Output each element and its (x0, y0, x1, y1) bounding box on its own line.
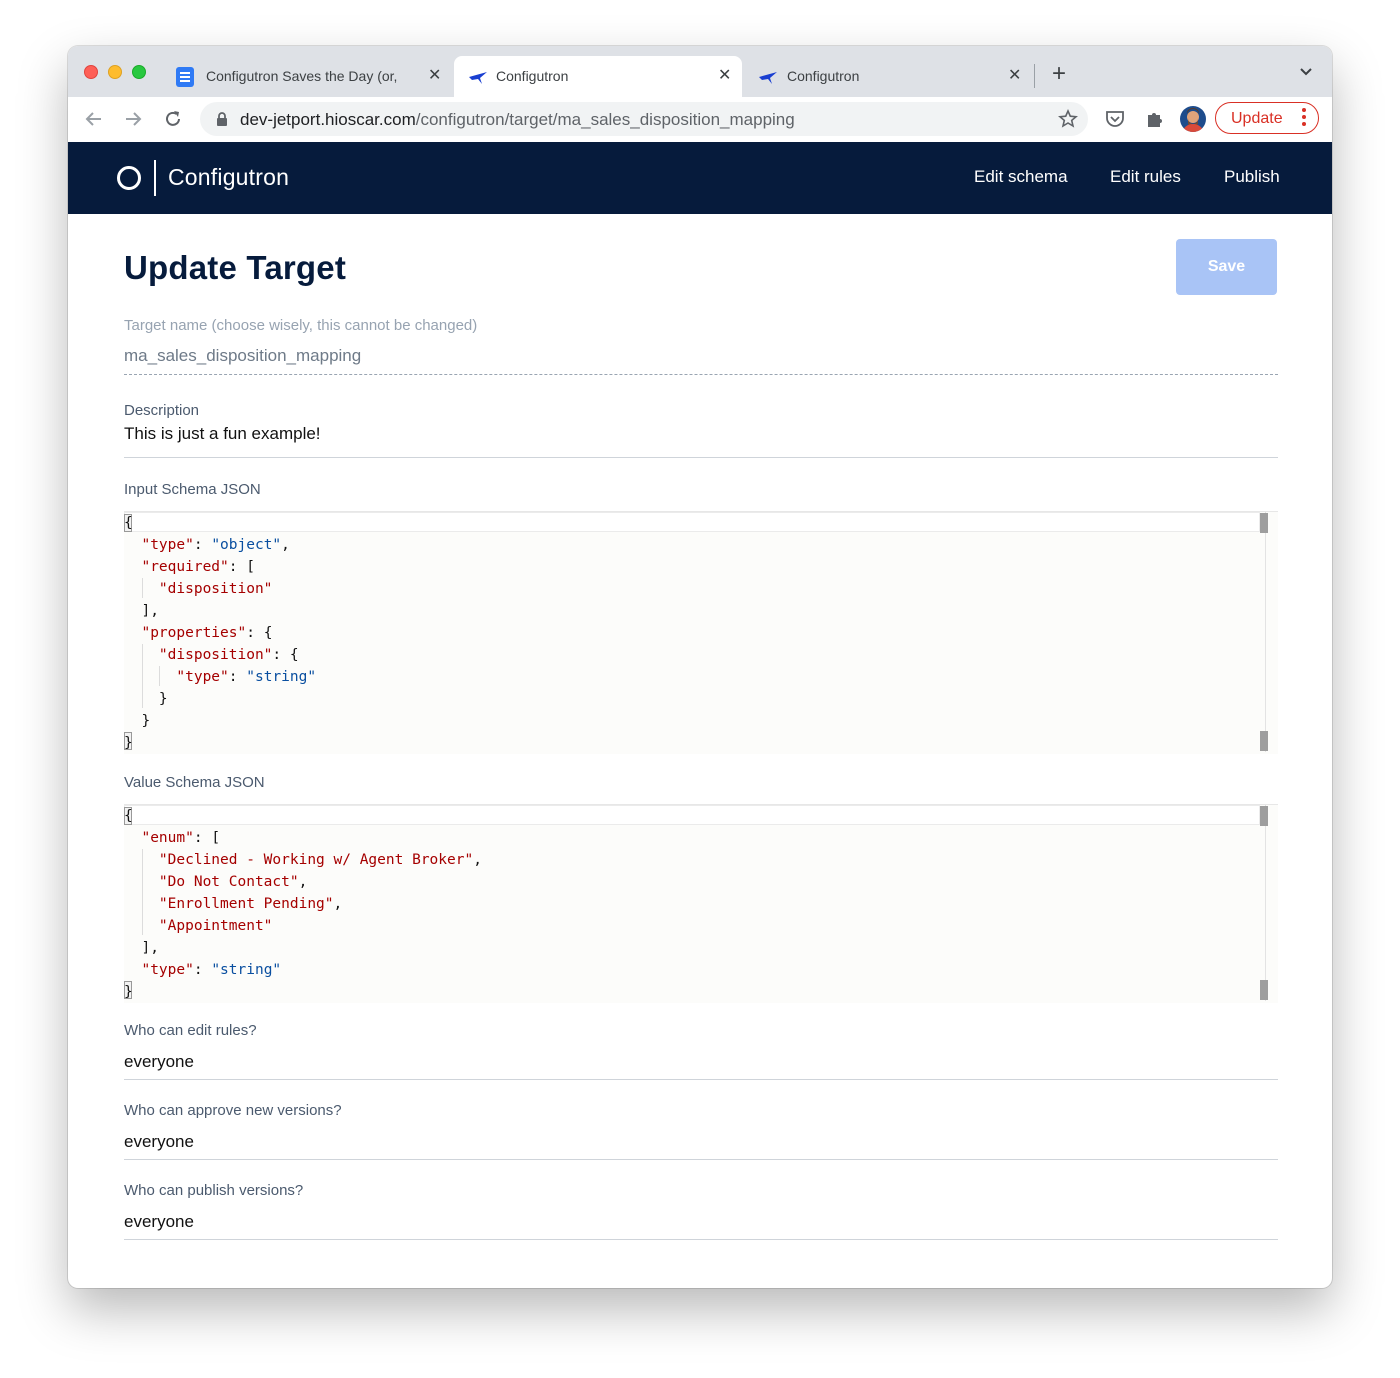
nav-edit-rules[interactable]: Edit rules (1110, 167, 1181, 187)
code-line[interactable]: { (124, 805, 133, 827)
active-line-highlight (124, 805, 1260, 825)
close-window-button[interactable] (84, 65, 98, 79)
browser-tab-1[interactable]: Configutron Saves the Day (or, ✕ (168, 56, 450, 97)
publish-versions-field[interactable]: everyone (124, 1212, 194, 1232)
close-icon[interactable]: ✕ (1008, 65, 1021, 85)
tab-divider (1034, 64, 1035, 88)
plane-icon (759, 72, 777, 84)
code-line[interactable]: ], (124, 600, 158, 622)
code-line[interactable]: } (124, 710, 150, 732)
description-field[interactable]: This is just a fun example! (124, 424, 321, 444)
browser-tab-3[interactable]: Configutron ✕ (746, 56, 1028, 97)
code-line[interactable]: "required": [ (124, 556, 255, 578)
code-line[interactable]: "Declined - Working w/ Agent Broker", (124, 849, 482, 871)
close-icon[interactable]: ✕ (718, 65, 731, 85)
more-vertical-icon (1302, 108, 1306, 128)
app-header: Configutron Edit schema Edit rules Publi… (68, 142, 1332, 214)
code-line[interactable]: "disposition": { (124, 644, 299, 666)
editor-scrollbar-thumb[interactable] (1260, 731, 1268, 751)
description-underline (124, 457, 1278, 458)
editor-scrollbar-thumb[interactable] (1260, 806, 1268, 826)
address-bar[interactable]: dev-jetport.hioscar.com/configutron/targ… (200, 102, 1088, 136)
reload-icon[interactable] (161, 107, 185, 131)
browser-window: Configutron Saves the Day (or, ✕ Configu… (68, 46, 1332, 1288)
url-host: dev-jetport.hioscar.com (240, 110, 416, 129)
publish-versions-label: Who can publish versions? (124, 1182, 304, 1199)
update-label: Update (1231, 110, 1283, 127)
value-schema-editor[interactable]: { "enum": [ "Declined - Working w/ Agent… (124, 804, 1278, 1003)
nav-edit-schema[interactable]: Edit schema (974, 167, 1068, 187)
google-docs-icon (176, 67, 194, 87)
approve-versions-underline (124, 1159, 1278, 1160)
tab-title: Configutron Saves the Day (or, (206, 68, 398, 84)
app-name[interactable]: Configutron (168, 164, 289, 191)
editor-scrollbar-thumb[interactable] (1260, 980, 1268, 1000)
publish-versions-underline (124, 1239, 1278, 1240)
approve-versions-label: Who can approve new versions? (124, 1102, 342, 1119)
url-path: /configutron/target/ma_sales_disposition… (415, 110, 795, 129)
plane-icon (469, 72, 487, 84)
editor-scrollbar-track (1265, 805, 1266, 1001)
maximize-window-button[interactable] (132, 65, 146, 79)
code-line[interactable]: "type": "object", (124, 534, 289, 556)
input-schema-editor[interactable]: { "type": "object", "required": [ "dispo… (124, 511, 1278, 754)
code-line[interactable]: "type": "string" (124, 959, 281, 981)
logo-divider (154, 160, 156, 196)
description-label: Description (124, 402, 200, 419)
save-button[interactable]: Save (1176, 239, 1277, 295)
code-line[interactable]: "Do Not Contact", (124, 871, 307, 893)
tab-title: Configutron (496, 68, 569, 84)
page-title: Update Target (124, 249, 347, 286)
forward-arrow-icon[interactable] (121, 107, 145, 131)
browser-tab-2[interactable]: Configutron ✕ (454, 56, 742, 97)
edit-rules-label: Who can edit rules? (124, 1022, 257, 1039)
value-schema-label: Value Schema JSON (124, 774, 265, 791)
code-line[interactable]: "Enrollment Pending", (124, 893, 342, 915)
editor-scrollbar-thumb[interactable] (1260, 513, 1268, 533)
chevron-down-icon[interactable] (1296, 64, 1316, 80)
url-text[interactable]: dev-jetport.hioscar.com/configutron/targ… (240, 110, 795, 130)
extensions-puzzle-icon[interactable] (1144, 108, 1166, 130)
nav-publish[interactable]: Publish (1224, 167, 1280, 187)
editor-scrollbar-track (1265, 512, 1266, 752)
tab-title: Configutron (787, 68, 860, 84)
tab-strip: Configutron Saves the Day (or, ✕ Configu… (68, 46, 1332, 97)
target-name-underline (124, 374, 1278, 375)
code-line[interactable]: "Appointment" (124, 915, 273, 937)
lock-icon[interactable] (214, 111, 230, 127)
configutron-logo-icon[interactable] (117, 166, 141, 190)
browser-update-button[interactable]: Update (1215, 102, 1319, 134)
edit-rules-underline (124, 1079, 1278, 1080)
code-line[interactable]: } (124, 688, 168, 710)
code-line[interactable]: "enum": [ (124, 827, 220, 849)
code-line[interactable]: } (124, 981, 133, 1003)
close-icon[interactable]: ✕ (428, 65, 441, 85)
new-tab-icon[interactable]: + (1052, 61, 1066, 87)
code-line[interactable]: ], (124, 937, 158, 959)
back-arrow-icon[interactable] (82, 107, 106, 131)
code-line[interactable]: } (124, 732, 133, 754)
edit-rules-field[interactable]: everyone (124, 1052, 194, 1072)
profile-avatar[interactable] (1180, 106, 1206, 132)
input-schema-label: Input Schema JSON (124, 481, 261, 498)
code-line[interactable]: "type": "string" (124, 666, 316, 688)
code-line[interactable]: "properties": { (124, 622, 272, 644)
target-name-field: ma_sales_disposition_mapping (124, 346, 362, 365)
browser-toolbar: dev-jetport.hioscar.com/configutron/targ… (68, 97, 1332, 143)
approve-versions-field[interactable]: everyone (124, 1132, 194, 1152)
target-name-label: Target name (choose wisely, this cannot … (124, 317, 478, 334)
code-line[interactable]: { (124, 512, 133, 534)
code-line[interactable]: "disposition" (124, 578, 273, 600)
minimize-window-button[interactable] (108, 65, 122, 79)
bookmark-star-icon[interactable] (1058, 109, 1078, 129)
active-line-highlight (124, 512, 1260, 532)
pocket-icon[interactable] (1104, 108, 1126, 130)
